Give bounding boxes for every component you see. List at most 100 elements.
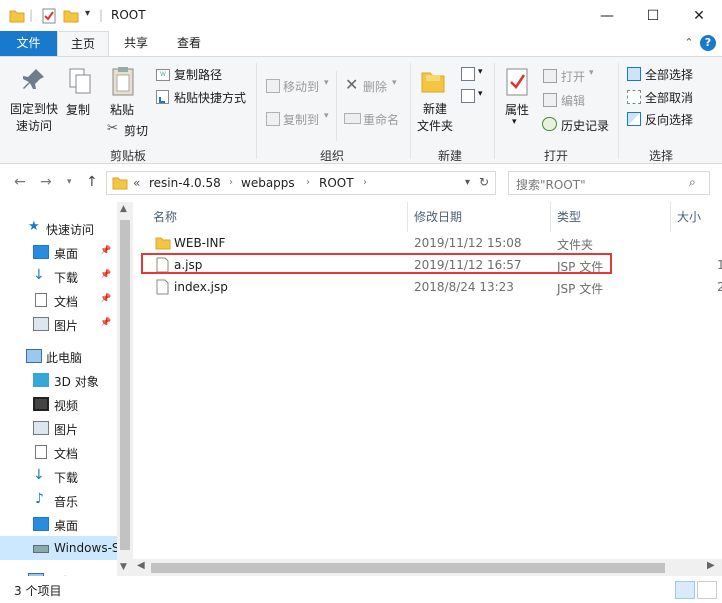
forward-arrow-icon[interactable]: → <box>40 174 52 190</box>
tab-view[interactable]: 查看 <box>164 31 214 56</box>
copy-button[interactable]: 复制 <box>66 101 90 118</box>
ribbon-separator <box>618 63 619 159</box>
horizontal-scrollbar-thumb[interactable] <box>151 563 665 573</box>
column-header-modified[interactable]: 修改日期 <box>414 208 462 225</box>
column-header-type[interactable]: 类型 <box>557 208 581 225</box>
delete-button[interactable]: 删除 <box>363 78 387 95</box>
address-row: ← → ▾ ↑ « resin-4.0.58 › webapps › ROOT … <box>0 164 722 202</box>
nav-item-3d-objects[interactable]: 3D 对象 <box>0 368 117 392</box>
nav-item-quick-access[interactable]: ★ 快速访问 <box>0 216 117 240</box>
nav-item-documents-pc[interactable]: 文档 <box>0 440 117 464</box>
nav-item-label: 图片 <box>54 423 79 437</box>
nav-item-label: 文档 <box>54 447 79 461</box>
nav-item-videos[interactable]: 视频 <box>0 392 117 416</box>
column-header-size[interactable]: 大小 <box>677 208 701 225</box>
new-folder-button[interactable]: 新建 文件夹 <box>415 101 455 135</box>
navigation-pane: ★ 快速访问 桌面 📌 ↓ 下载 📌 文档 📌 图片 📌 此电脑 3D 对象 视… <box>0 202 133 576</box>
collapse-ribbon-icon[interactable]: ⌃ <box>681 35 697 51</box>
nav-scrollbar-thumb[interactable] <box>120 220 130 550</box>
open-button[interactable]: 打开 <box>561 68 585 85</box>
breadcrumb-item[interactable]: webapps <box>241 176 295 190</box>
copy-to-button[interactable]: 复制到 <box>283 111 319 128</box>
scroll-down-icon[interactable]: ▼ <box>120 562 127 572</box>
table-row[interactable]: WEB-INF 2019/11/12 15:08 文件夹 <box>141 233 721 254</box>
breadcrumb-item[interactable]: ROOT <box>319 176 354 190</box>
column-header-name[interactable]: 名称 <box>153 208 177 225</box>
scroll-left-icon[interactable]: ◀ <box>137 560 145 571</box>
customize-quick-access-icon[interactable]: ▾ <box>85 8 90 19</box>
file-type: 文件夹 <box>557 238 594 252</box>
search-box[interactable]: 搜索"ROOT" ⌕ <box>508 171 710 195</box>
select-all-button[interactable]: 全部选择 <box>645 66 693 83</box>
nav-item-downloads-pc[interactable]: ↓ 下载 <box>0 464 117 488</box>
column-divider[interactable] <box>550 202 551 232</box>
file-icon <box>156 279 169 295</box>
breadcrumb-item[interactable]: resin-4.0.58 <box>149 176 221 190</box>
address-dropdown-icon[interactable]: ▾ <box>465 177 470 188</box>
pin-quick-access-button[interactable]: 固定到快 速访问 <box>8 101 60 135</box>
move-to-button[interactable]: 移动到 <box>283 78 319 95</box>
new-folder-label-line1: 新建 <box>422 102 447 116</box>
nav-item-pictures[interactable]: 图片 📌 <box>0 312 117 336</box>
scroll-up-icon[interactable]: ▲ <box>120 204 127 214</box>
paste-button[interactable]: 粘贴 <box>110 101 134 118</box>
back-arrow-icon[interactable]: ← <box>14 174 26 190</box>
nav-item-network[interactable]: 网络 <box>0 568 117 576</box>
select-none-button[interactable]: 全部取消 <box>645 89 693 106</box>
nav-item-pictures-pc[interactable]: 图片 <box>0 416 117 440</box>
breadcrumb-separator-icon[interactable]: › <box>229 177 233 188</box>
new-item-icon[interactable] <box>461 67 475 81</box>
paste-shortcut-button[interactable]: 粘贴快捷方式 <box>174 89 246 106</box>
invert-selection-button[interactable]: 反向选择 <box>645 111 693 128</box>
new-folder-quick-icon[interactable] <box>62 7 80 25</box>
rename-button[interactable]: 重命名 <box>363 111 399 128</box>
cut-button[interactable]: 剪切 <box>124 122 148 139</box>
search-input[interactable]: 搜索"ROOT" <box>516 176 586 193</box>
search-icon[interactable]: ⌕ <box>689 175 696 190</box>
highlight-box <box>141 253 612 274</box>
nav-item-desktop-pc[interactable]: 桌面 <box>0 512 117 536</box>
nav-item-downloads[interactable]: ↓ 下载 📌 <box>0 264 117 288</box>
close-button[interactable]: ✕ <box>676 0 722 31</box>
copy-path-button[interactable]: 复制路径 <box>174 66 222 83</box>
properties-quick-icon[interactable] <box>40 7 58 25</box>
nav-item-label: 桌面 <box>54 247 79 261</box>
ribbon-tabs: 文件 主页 共享 查看 ⌃ ? <box>0 31 722 56</box>
nav-item-label: 下载 <box>54 471 79 485</box>
nav-item-documents[interactable]: 文档 📌 <box>0 288 117 312</box>
star-icon: ★ <box>28 219 40 234</box>
column-divider[interactable] <box>670 202 671 232</box>
minimize-button[interactable]: — <box>584 0 630 31</box>
properties-button[interactable]: 属性 <box>505 101 529 118</box>
easy-access-icon[interactable] <box>461 89 475 103</box>
tab-file[interactable]: 文件 <box>0 31 57 56</box>
nav-item-music[interactable]: ♪ 音乐 <box>0 488 117 512</box>
nav-scrollbar[interactable]: ▲ ▼ <box>117 202 133 576</box>
recent-locations-icon[interactable]: ▾ <box>67 177 72 187</box>
details-view-icon[interactable] <box>675 581 695 599</box>
horizontal-scrollbar[interactable]: ◀ ▶ <box>133 559 722 576</box>
new-folder-icon <box>421 72 445 93</box>
breadcrumb-separator-icon[interactable]: › <box>363 177 367 188</box>
help-icon[interactable]: ? <box>700 35 716 51</box>
table-row[interactable]: index.jsp 2018/8/24 13:23 JSP 文件 2 <box>141 277 722 298</box>
edit-button[interactable]: 编辑 <box>561 92 585 109</box>
column-divider[interactable] <box>407 202 408 232</box>
large-icons-view-icon[interactable] <box>697 581 717 599</box>
nav-item-windows-drive[interactable]: Windows-S <box>0 536 120 560</box>
tab-home[interactable]: 主页 <box>57 31 109 56</box>
ribbon-separator <box>336 71 337 141</box>
scroll-right-icon[interactable]: ▶ <box>707 560 715 571</box>
refresh-icon[interactable]: ↻ <box>479 175 489 189</box>
folder-icon <box>112 177 128 190</box>
up-arrow-icon[interactable]: ↑ <box>86 174 98 190</box>
breadcrumb-separator-icon[interactable]: › <box>306 177 310 188</box>
history-button[interactable]: 历史记录 <box>561 117 609 134</box>
address-bar[interactable]: « resin-4.0.58 › webapps › ROOT › ▾ ↻ <box>106 171 496 195</box>
maximize-button[interactable]: ☐ <box>630 0 676 31</box>
tab-share[interactable]: 共享 <box>111 31 161 56</box>
pin-label-line1: 固定到快 <box>9 102 58 116</box>
breadcrumb-overflow[interactable]: « <box>133 176 140 190</box>
nav-item-desktop[interactable]: 桌面 📌 <box>0 240 117 264</box>
nav-item-this-pc[interactable]: 此电脑 <box>0 344 117 368</box>
